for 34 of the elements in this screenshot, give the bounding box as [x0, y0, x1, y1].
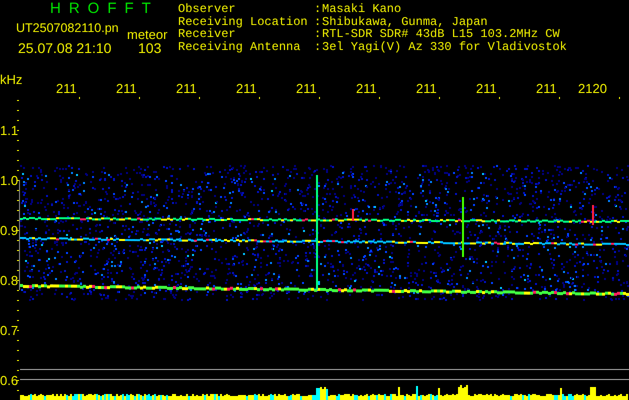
timestamp: 25.07.08 21:10: [18, 40, 112, 56]
file-name: UT2507082110.pn: [16, 21, 119, 35]
frequency-label: 211: [176, 81, 197, 96]
category-label: meteor: [127, 27, 168, 42]
info-value: Masaki Kano: [322, 3, 402, 16]
info-value: 3el Yagi(V) Az 330 for Vladivostok: [322, 40, 567, 53]
frequency-label: 211: [56, 81, 77, 96]
separator: :: [314, 40, 322, 53]
separator: :: [314, 28, 322, 40]
info-label: Receiving Antenna: [178, 40, 302, 53]
axis-label: 0.9: [0, 223, 18, 238]
separator: :: [314, 16, 322, 28]
info-label: Observer: [178, 3, 237, 16]
axis-label: 1.0: [0, 173, 18, 188]
axis-label: 1.1: [0, 123, 18, 138]
frequency-label: 211: [536, 81, 557, 96]
frequency-label: 211: [236, 81, 257, 96]
axis-unit: kHz: [0, 72, 22, 87]
axis-label: 0.6: [0, 373, 18, 388]
app-title: HROFFT: [50, 0, 159, 17]
info-label: Receiver: [178, 28, 236, 40]
frequency-label: 2120: [578, 81, 607, 96]
info-value: RTL-SDR SDR# 43dB L15 103.2MHz CW: [322, 28, 560, 40]
axis-label: 0.8: [0, 273, 18, 288]
separator: :: [314, 3, 322, 16]
count-label: 103: [138, 40, 162, 56]
frequency-label: 211: [416, 81, 437, 96]
frequency-label: 211: [476, 81, 497, 96]
frequency-label: 211: [296, 81, 317, 96]
frequency-label: 211: [116, 81, 137, 96]
frequency-label: 211: [356, 81, 377, 96]
info-value: Shibukawa, Gunma, Japan: [322, 16, 488, 28]
axis-label: 0.7: [0, 323, 18, 338]
info-label: Receiving Location: [178, 16, 309, 28]
